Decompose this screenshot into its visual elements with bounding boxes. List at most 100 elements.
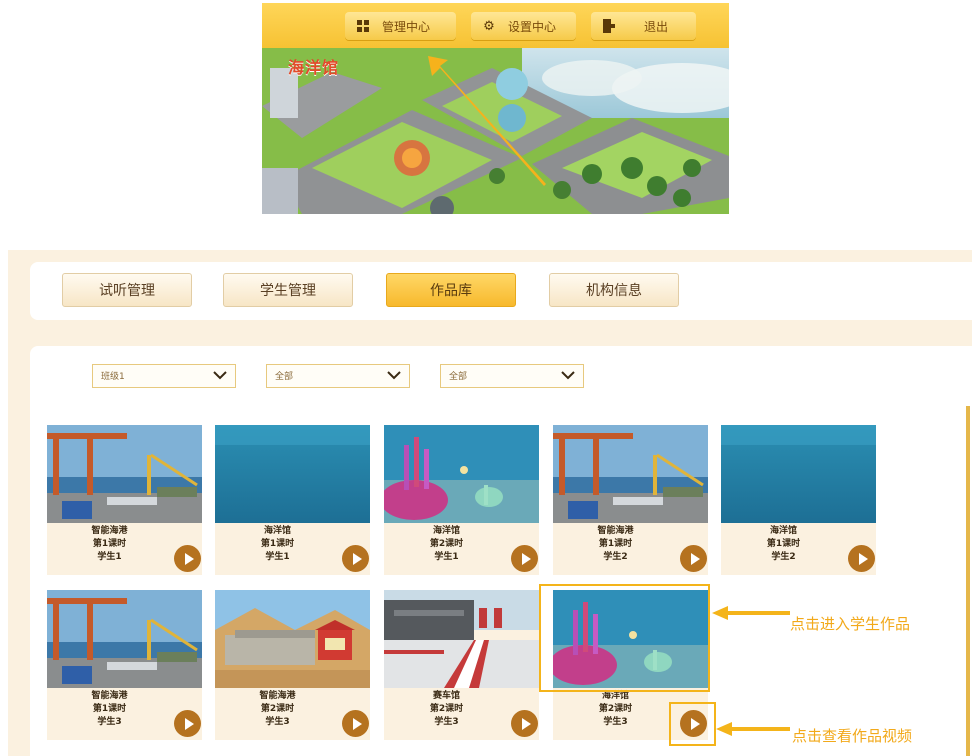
play-video-button[interactable] (511, 710, 538, 737)
work-scene: 海洋馆 (263, 526, 291, 536)
top-toolbar: 管理中心 ⚙ 设置中心 退出 (262, 3, 729, 48)
work-thumbnail[interactable] (553, 425, 708, 523)
settings-center-label: 设置中心 (508, 19, 557, 34)
exit-button[interactable]: 退出 (591, 12, 696, 40)
work-card[interactable]: 赛车馆第2课时学生3 (384, 590, 539, 740)
work-card[interactable]: 海洋馆第2课时学生1 (384, 425, 539, 575)
work-info: 海洋馆第1课时学生1 (215, 525, 340, 564)
play-icon (690, 552, 700, 565)
work-lesson: 第2课时 (429, 539, 464, 549)
play-video-button[interactable] (680, 545, 707, 572)
work-scene: 智能海港 (597, 526, 634, 536)
work-lesson: 第2课时 (429, 704, 464, 714)
work-thumbnail[interactable] (721, 425, 876, 523)
work-scene: 海洋馆 (769, 526, 797, 536)
work-info: 海洋馆第2课时学生1 (384, 525, 509, 564)
play-icon (521, 552, 531, 565)
work-card[interactable]: 海洋馆第1课时学生1 (215, 425, 370, 575)
exit-label: 退出 (644, 19, 669, 34)
play-icon (521, 717, 531, 730)
work-thumbnail[interactable] (384, 425, 539, 523)
management-center-button[interactable]: 管理中心 (345, 12, 456, 40)
play-icon (352, 552, 362, 565)
play-icon (184, 552, 194, 565)
work-lesson: 第1课时 (260, 539, 295, 549)
student-select-value: 全部 (449, 372, 468, 382)
work-info: 海洋馆 第2课时 学生3 (553, 690, 678, 729)
play-icon (352, 717, 362, 730)
work-scene: 海洋馆 (432, 526, 460, 536)
game-screenshot: 海洋馆 管理中心 ⚙ 设置中心 退出 (262, 3, 729, 214)
work-lesson: 第1课时 (598, 539, 633, 549)
exit-door-icon (602, 19, 616, 33)
play-video-button[interactable] (174, 710, 201, 737)
work-card[interactable]: 智能海港第1课时学生1 (47, 425, 202, 575)
gear-icon: ⚙ (483, 18, 495, 34)
highlight-work-thumbnail (539, 584, 710, 692)
work-student: 学生3 (97, 717, 122, 727)
tab-trial-management[interactable]: 试听管理 (62, 273, 192, 307)
work-card[interactable]: 智能海港第1课时学生3 (47, 590, 202, 740)
chevron-down-icon (213, 371, 227, 380)
work-scene: 智能海港 (259, 691, 296, 701)
play-video-button[interactable] (342, 710, 369, 737)
grid-icon (356, 19, 370, 33)
play-video-button[interactable] (848, 545, 875, 572)
work-info: 海洋馆第1课时学生2 (721, 525, 846, 564)
work-lesson: 第1课时 (92, 539, 127, 549)
play-icon (184, 717, 194, 730)
highlight-play-button (669, 702, 716, 746)
work-thumbnail[interactable] (47, 590, 202, 688)
work-card[interactable]: 智能海港第1课时学生2 (553, 425, 708, 575)
work-info: 智能海港第2课时学生3 (215, 690, 340, 729)
scene-title: 海洋馆 (288, 58, 340, 77)
play-video-button[interactable] (342, 545, 369, 572)
tab-bar: 试听管理 学生管理 作品库 机构信息 (30, 262, 972, 320)
class-select[interactable]: 班级1 (92, 364, 236, 388)
student-select[interactable]: 全部 (440, 364, 584, 388)
annotation-enter-work: 点击进入学生作品 (790, 615, 911, 633)
tab-institution-info[interactable]: 机构信息 (549, 273, 679, 307)
work-scene: 赛车馆 (432, 691, 460, 701)
class-select-value: 班级1 (101, 372, 125, 382)
work-lesson: 第1课时 (766, 539, 801, 549)
chevron-down-icon (561, 371, 575, 380)
work-student: 学生2 (603, 552, 628, 562)
work-lesson: 第1课时 (92, 704, 127, 714)
work-student: 学生3 (603, 717, 628, 727)
work-info: 赛车馆第2课时学生3 (384, 690, 509, 729)
work-thumbnail[interactable] (47, 425, 202, 523)
work-student: 学生1 (265, 552, 290, 562)
management-center-label: 管理中心 (382, 19, 431, 34)
work-student: 学生1 (97, 552, 122, 562)
work-scene: 智能海港 (91, 691, 128, 701)
work-student: 学生3 (265, 717, 290, 727)
play-video-button[interactable] (511, 545, 538, 572)
tab-works-library[interactable]: 作品库 (386, 273, 516, 307)
settings-center-button[interactable]: ⚙ 设置中心 (471, 12, 576, 40)
scrollbar[interactable] (966, 406, 970, 756)
lesson-select-value: 全部 (275, 372, 294, 382)
tab-student-management[interactable]: 学生管理 (223, 273, 353, 307)
lesson-select[interactable]: 全部 (266, 364, 410, 388)
work-student: 学生1 (434, 552, 459, 562)
play-video-button[interactable] (174, 545, 201, 572)
play-icon (858, 552, 868, 565)
work-student: 学生3 (434, 717, 459, 727)
work-info: 智能海港第1课时学生1 (47, 525, 172, 564)
work-thumbnail[interactable] (215, 590, 370, 688)
work-thumbnail[interactable] (384, 590, 539, 688)
arrow-left-icon (716, 722, 790, 736)
work-info: 智能海港第1课时学生2 (553, 525, 678, 564)
chevron-down-icon (387, 371, 401, 380)
work-card[interactable]: 智能海港第2课时学生3 (215, 590, 370, 740)
work-scene: 智能海港 (91, 526, 128, 536)
work-info: 智能海港第1课时学生3 (47, 690, 172, 729)
work-lesson: 第2课时 (598, 704, 633, 714)
work-lesson: 第2课时 (260, 704, 295, 714)
work-student: 学生2 (771, 552, 796, 562)
arrow-left-icon (712, 606, 790, 620)
work-thumbnail[interactable] (215, 425, 370, 523)
annotation-view-video: 点击查看作品视频 (792, 727, 913, 745)
work-card[interactable]: 海洋馆第1课时学生2 (721, 425, 876, 575)
